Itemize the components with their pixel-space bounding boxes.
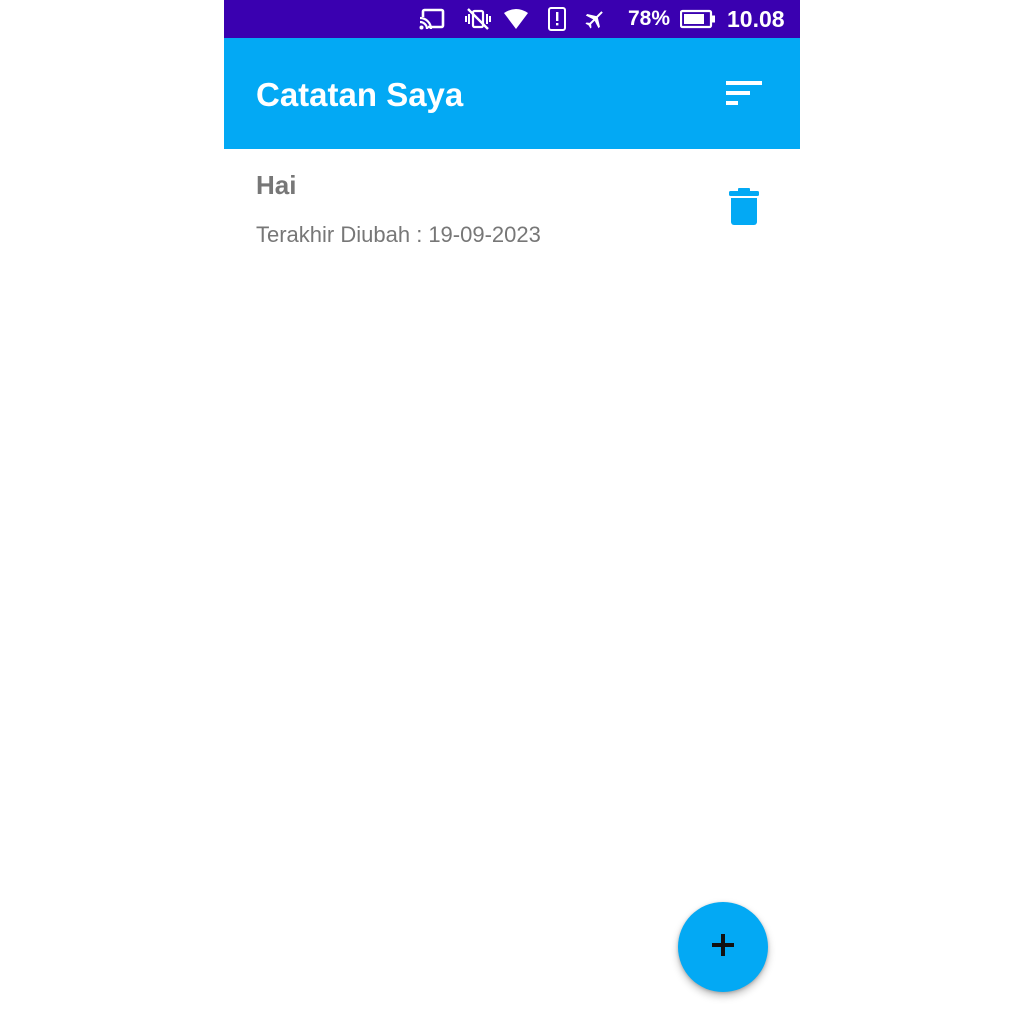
add-note-button[interactable] — [678, 902, 768, 992]
airplane-icon — [582, 7, 608, 31]
clock: 10.08 — [727, 6, 785, 32]
note-modified-value: 19-09-2023 — [428, 222, 541, 247]
wifi-icon — [502, 7, 530, 31]
sort-button[interactable] — [718, 74, 770, 118]
cast-icon — [418, 7, 446, 31]
note-modified-date: Terakhir Diubah :19-09-2023 — [256, 221, 541, 249]
phone-screen: 78% 10.08 Catatan Saya Hai Terakhir Diub… — [224, 0, 800, 1024]
alert-icon — [546, 7, 568, 31]
app-bar: Catatan Saya — [224, 38, 800, 149]
note-title: Hai — [256, 170, 297, 200]
battery-icon — [679, 7, 717, 31]
page-title: Catatan Saya — [256, 76, 464, 113]
trash-icon — [729, 187, 759, 231]
delete-note-button[interactable] — [722, 185, 766, 233]
status-bar: 78% 10.08 — [224, 0, 800, 38]
sort-icon — [724, 79, 764, 114]
vibrate-off-icon — [464, 7, 492, 31]
note-list-item[interactable]: Hai Terakhir Diubah :19-09-2023 — [224, 149, 800, 269]
note-modified-label: Terakhir Diubah : — [256, 222, 423, 247]
battery-percent: 78% — [628, 7, 671, 30]
plus-icon — [711, 933, 735, 962]
